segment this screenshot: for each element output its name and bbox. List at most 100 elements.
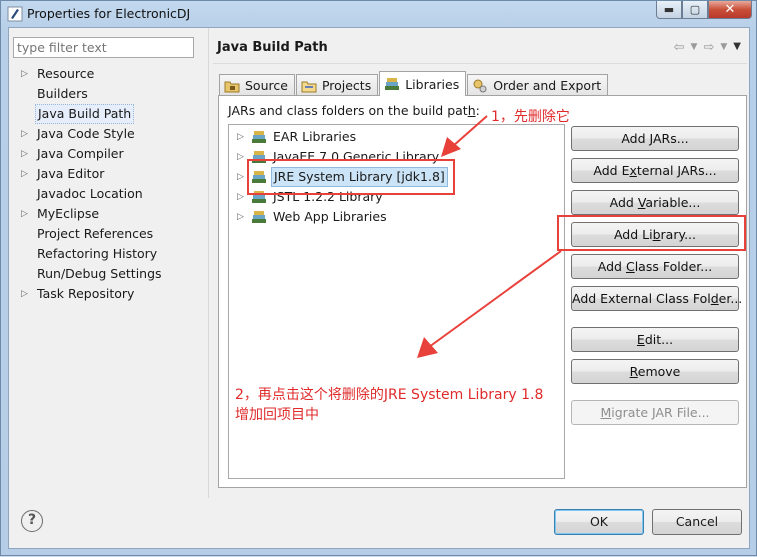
forward-dropdown-icon[interactable]: ▼ (720, 42, 727, 55)
step1-annotation: 1，先删除它 (491, 109, 570, 125)
tab-libraries[interactable]: Libraries (379, 71, 467, 96)
page-history-nav: ⇦ ▼ ⇨ ▼ ▼ (674, 40, 741, 55)
button-mnemonic: x (629, 163, 637, 178)
tab-label: Order and Export (493, 78, 602, 93)
nav-item-label: MyEclipse (37, 206, 100, 221)
tab-order-and-export[interactable]: Order and Export (467, 74, 609, 96)
nav-item-label: Java Code Style (37, 126, 135, 141)
cancel-button[interactable]: Cancel (652, 509, 742, 535)
back-arrow-icon[interactable]: ⇦ (674, 40, 685, 55)
button-mnemonic: E (636, 332, 645, 347)
expand-arrow-icon[interactable]: ▷ (21, 124, 31, 144)
add-class-folder-button[interactable]: Add Class Folder... (571, 254, 739, 279)
back-dropdown-icon[interactable]: ▼ (691, 42, 698, 55)
add-external-class-folder-button[interactable]: Add External Class Folder... (571, 286, 742, 311)
button-text: lass Folder... (634, 259, 713, 274)
expand-arrow-icon[interactable]: ▷ (237, 167, 244, 187)
libraries-label-text: JARs and class folders on the build pat (228, 103, 468, 118)
expand-arrow-icon[interactable]: ▷ (21, 204, 31, 224)
button-text: ARs... (652, 131, 689, 146)
help-icon[interactable]: ? (21, 510, 43, 532)
libraries-panel: JARs and class folders on the build path… (218, 95, 747, 488)
library-icon (252, 151, 266, 163)
edit-button[interactable]: Edit... (571, 327, 739, 352)
library-label: JavaEE 7.0 Generic Library (273, 149, 440, 164)
button-mnemonic: R (629, 364, 638, 379)
button-text: er... (718, 291, 743, 306)
libraries-tree[interactable]: ▷ EAR Libraries ▷ JavaEE 7.0 Generic Lib… (228, 124, 565, 479)
tab-projects[interactable]: Projects (295, 74, 379, 96)
button-text: rary... (660, 227, 697, 242)
maximize-icon: ▢ (689, 3, 701, 16)
title-divider (213, 63, 747, 64)
tab-label: Libraries (405, 76, 460, 92)
nav-item-label: Builders (37, 86, 88, 101)
step2-annotation-line2: 增加回项目中 (235, 407, 319, 423)
build-path-tabs: Source Projects Libraries Order and Expo… (219, 71, 609, 96)
add-variable-button[interactable]: Add Variable... (571, 190, 739, 215)
view-menu-icon[interactable]: ▼ (733, 41, 741, 55)
button-text: Add E (593, 163, 630, 178)
dialog-client-area: ▷ Resource Builders Java Build Path ▷ Ja… (8, 27, 750, 549)
library-icon (252, 171, 266, 183)
library-icon (252, 211, 266, 223)
properties-dialog: Properties for ElectronicDJ ▬ ▢ ✕ ▷ Reso… (0, 0, 757, 556)
order-export-icon (473, 79, 487, 92)
ok-button[interactable]: OK (554, 509, 644, 535)
maximize-button[interactable]: ▢ (682, 1, 708, 19)
libraries-label-mnemonic: h (467, 103, 476, 118)
source-folder-icon (224, 81, 240, 92)
button-mnemonic: d (710, 291, 719, 306)
tab-label: Projects (321, 78, 372, 93)
nav-item-label: Run/Debug Settings (37, 266, 162, 281)
library-icon (252, 131, 266, 143)
button-text: dit... (644, 332, 674, 347)
nav-item-label: Task Repository (37, 286, 135, 301)
add-jars-button[interactable]: Add JARs... (571, 126, 739, 151)
library-label: JSTL 1.2.2 Library (273, 189, 383, 204)
button-text: Add Li (613, 227, 653, 242)
button-text: ariable... (645, 195, 701, 210)
forward-arrow-icon[interactable]: ⇨ (703, 40, 714, 55)
button-mnemonic: M (600, 405, 612, 420)
migrate-jar-file-button[interactable]: Migrate JAR File... (571, 400, 739, 425)
expand-arrow-icon[interactable]: ▷ (237, 187, 244, 207)
button-text: ternal JARs... (636, 163, 717, 178)
nav-item-label: Javadoc Location (37, 186, 143, 201)
pane-splitter[interactable] (208, 28, 209, 498)
libraries-list-label: JARs and class folders on the build path… (228, 103, 480, 118)
tab-label: Source (245, 78, 288, 93)
step2-annotation-line1: 2，再点击这个将删除的JRE System Library 1.8 (235, 387, 544, 403)
button-text: Add (609, 195, 638, 210)
expand-arrow-icon[interactable]: ▷ (237, 127, 244, 147)
button-mnemonic: b (652, 227, 661, 242)
expand-arrow-icon[interactable]: ▷ (21, 164, 31, 184)
expand-arrow-icon[interactable]: ▷ (21, 144, 31, 164)
library-label: JRE System Library [jdk1.8] (271, 167, 448, 187)
library-icon (385, 78, 400, 90)
button-text: emove (637, 364, 681, 379)
expand-arrow-icon[interactable]: ▷ (21, 284, 31, 304)
library-icon (252, 191, 266, 203)
button-text: Add External Class Fol (572, 291, 711, 306)
nav-item-label: Project References (37, 226, 154, 241)
close-button[interactable]: ✕ (708, 1, 752, 19)
nav-item-label: Java Compiler (37, 146, 124, 161)
library-label: EAR Libraries (273, 129, 357, 144)
add-external-jars-button[interactable]: Add External JARs... (571, 158, 739, 183)
page-title: Java Build Path (217, 40, 328, 55)
expand-arrow-icon[interactable]: ▷ (237, 207, 244, 227)
tab-source[interactable]: Source (219, 74, 295, 96)
expand-arrow-icon[interactable]: ▷ (237, 147, 244, 167)
remove-button[interactable]: Remove (571, 359, 739, 384)
expand-arrow-icon[interactable]: ▷ (21, 64, 31, 84)
minimize-button[interactable]: ▬ (656, 1, 682, 19)
window-title: Properties for ElectronicDJ (27, 6, 191, 21)
filter-input[interactable] (13, 37, 194, 58)
nav-item-label: Java Editor (37, 166, 105, 181)
eclipse-app-icon (7, 6, 23, 22)
button-text: Add (621, 131, 650, 146)
add-library-button[interactable]: Add Library... (571, 222, 739, 247)
title-bar[interactable]: Properties for ElectronicDJ ▬ ▢ ✕ (1, 1, 757, 27)
button-mnemonic: C (625, 259, 635, 274)
